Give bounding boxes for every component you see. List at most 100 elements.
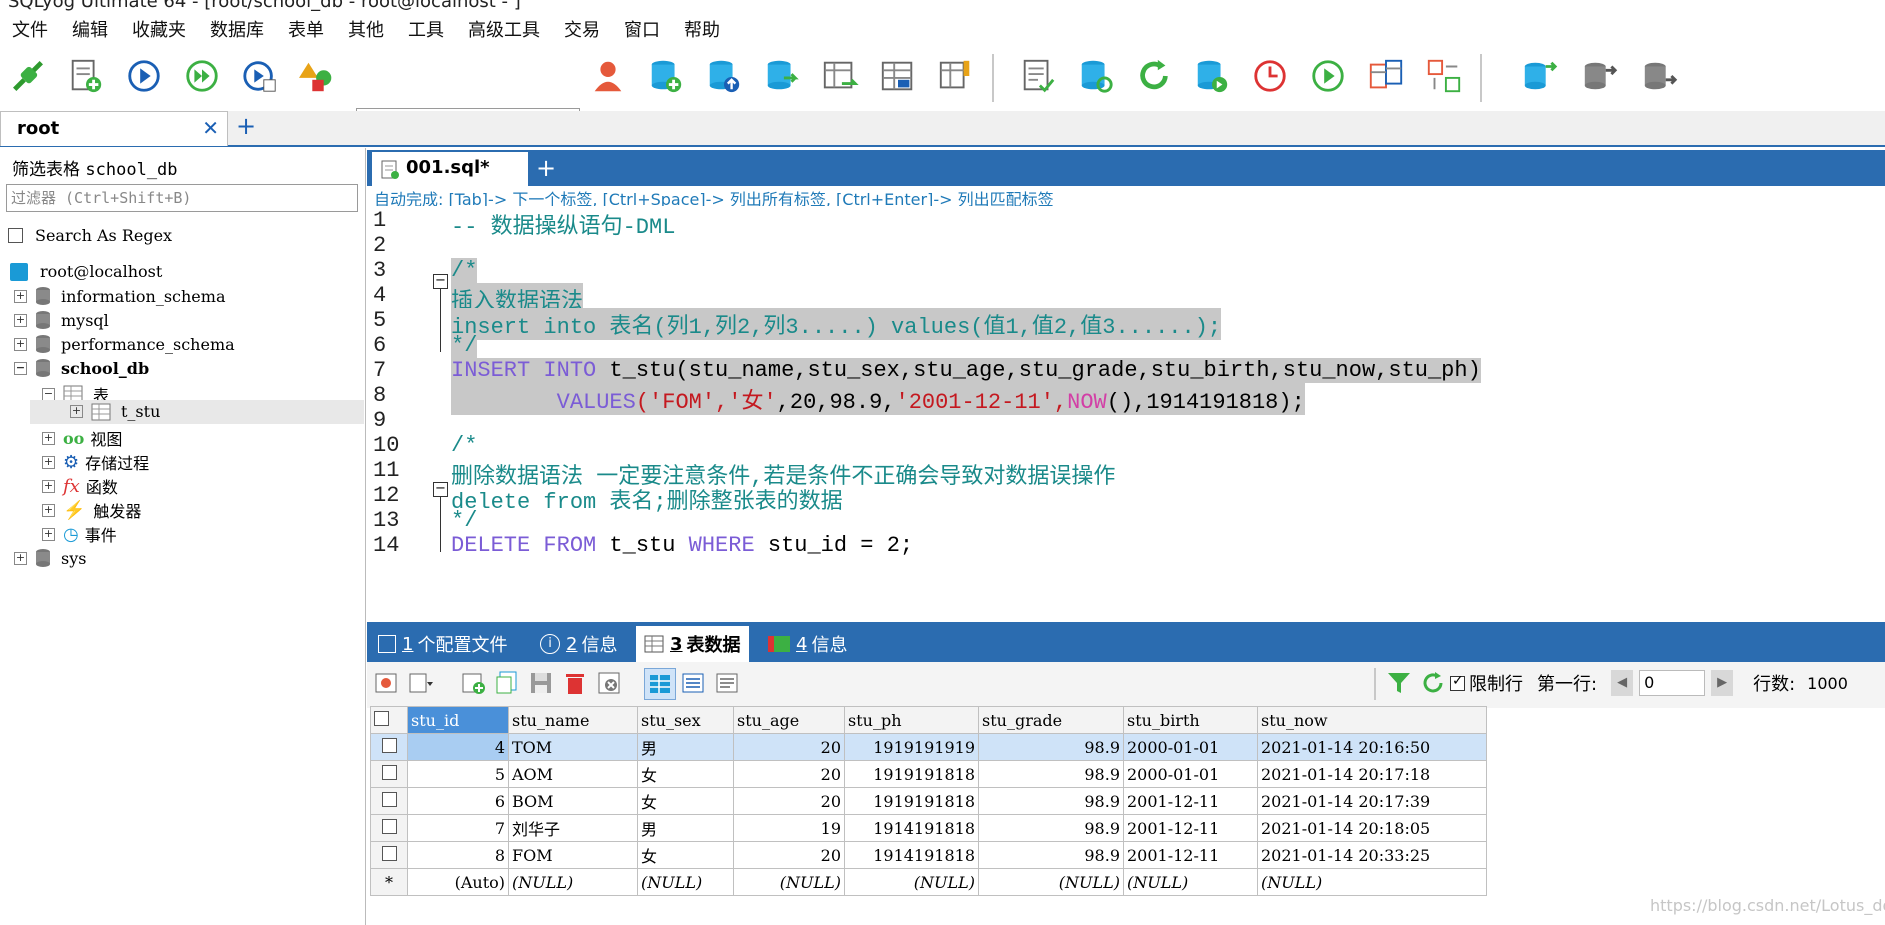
db-copy-icon[interactable] — [1518, 54, 1562, 98]
menu-powertools[interactable]: 高级工具 — [456, 16, 552, 42]
cell-stu-name[interactable]: TOM — [508, 733, 638, 761]
expand-icon[interactable]: + — [14, 289, 27, 303]
refresh-grid-icon[interactable] — [371, 668, 401, 698]
expand-icon[interactable]: + — [14, 313, 27, 327]
cell-stu-now[interactable]: 2021-01-14 20:18:05 — [1257, 814, 1487, 842]
db-migrate-icon[interactable] — [1578, 54, 1622, 98]
cell-stu-name[interactable]: 刘华子 — [508, 814, 638, 842]
schema-sync-icon[interactable] — [1190, 54, 1234, 98]
tree-db-information-schema[interactable]: + information_schema — [14, 286, 225, 306]
cell-stu-id[interactable]: 7 — [407, 814, 509, 842]
new-row[interactable]: * (Auto) (NULL) (NULL) (NULL) (NULL) (NU… — [370, 868, 1487, 896]
scheduler-clock-icon[interactable] — [1248, 54, 1292, 98]
sync-db-icon[interactable] — [1074, 54, 1118, 98]
tab-messages[interactable]: i 2 信息 — [540, 626, 617, 662]
refresh-data-icon[interactable] — [1418, 668, 1448, 698]
menu-table[interactable]: 表单 — [276, 16, 336, 42]
cell-stu-grade[interactable]: 98.9 — [978, 787, 1124, 815]
collapse-icon[interactable]: − — [14, 361, 27, 375]
tree-folder-views[interactable]: + oo 视图 — [42, 426, 122, 450]
insert-row-icon[interactable] — [458, 668, 488, 698]
column-header-stu-age[interactable]: stu_age — [733, 706, 845, 734]
cell-null[interactable]: (NULL) — [844, 868, 979, 896]
cell-stu-now[interactable]: 2021-01-14 20:16:50 — [1257, 733, 1487, 761]
tree-folder-procedures[interactable]: + ⚙ 存储过程 — [42, 450, 149, 474]
cell-stu-age[interactable]: 20 — [733, 787, 845, 815]
column-header-stu-grade[interactable]: stu_grade — [978, 706, 1124, 734]
cell-stu-birth[interactable]: 2000-01-01 — [1123, 760, 1258, 788]
table-row[interactable]: 6 BOM 女 20 1919191818 98.9 2001-12-11 20… — [370, 787, 1487, 815]
search-regex-checkbox[interactable] — [8, 228, 23, 243]
expand-icon[interactable]: + — [42, 527, 55, 541]
row-checkbox[interactable] — [381, 737, 397, 753]
rows-count-input[interactable]: 1000 — [1807, 674, 1848, 693]
editor-tab-001[interactable]: 001.sql* — [372, 152, 528, 186]
menu-file[interactable]: 文件 — [0, 16, 60, 42]
cell-stu-ph[interactable]: 1919191818 — [844, 760, 979, 788]
restore-db-icon[interactable] — [760, 54, 804, 98]
collapse-icon[interactable]: − — [42, 387, 55, 401]
schema-designer-icon[interactable] — [934, 54, 978, 98]
db-export-icon[interactable] — [1638, 54, 1682, 98]
cell-stu-birth[interactable]: 2000-01-01 — [1123, 733, 1258, 761]
fold-collapse-icon[interactable]: − — [433, 274, 448, 289]
execute-all-icon[interactable] — [180, 54, 224, 98]
tree-db-sys[interactable]: + sys — [14, 548, 86, 568]
table-row[interactable]: 5 AOM 女 20 1919191818 98.9 2000-01-01 20… — [370, 760, 1487, 788]
cell-stu-grade[interactable]: 98.9 — [978, 814, 1124, 842]
column-header-stu-id[interactable]: stu_id — [407, 706, 509, 734]
column-header-stu-birth[interactable]: stu_birth — [1123, 706, 1258, 734]
row-checkbox[interactable] — [381, 845, 397, 861]
table-import-icon[interactable] — [818, 54, 862, 98]
cell-stu-id[interactable]: (Auto) — [407, 868, 509, 896]
cell-stu-name[interactable]: FOM — [508, 841, 638, 869]
tree-db-performance-schema[interactable]: + performance_schema — [14, 334, 235, 354]
sql-editor[interactable]: 1 2 3 4 5 6 7 8 9 10 11 12 13 14 − − -- … — [367, 206, 1885, 618]
scheduled-job-icon[interactable] — [1306, 54, 1350, 98]
expand-icon[interactable]: + — [42, 455, 55, 469]
menu-edit[interactable]: 编辑 — [60, 16, 120, 42]
search-regex-option[interactable]: Search As Regex — [8, 226, 172, 245]
cell-null[interactable]: (NULL) — [637, 868, 734, 896]
first-row-input[interactable]: 0 — [1639, 670, 1706, 696]
save-icon[interactable] — [526, 668, 556, 698]
row-checkbox[interactable] — [381, 818, 397, 834]
duplicate-row-icon[interactable] — [492, 668, 522, 698]
delete-row-icon[interactable] — [560, 668, 590, 698]
row-checkbox-cell[interactable] — [370, 841, 408, 869]
schema-compare-icon[interactable] — [1422, 54, 1466, 98]
connect-icon[interactable] — [6, 54, 50, 98]
cell-stu-id[interactable]: 6 — [407, 787, 509, 815]
column-header-stu-name[interactable]: stu_name — [508, 706, 638, 734]
tree-folder-events[interactable]: + ◷ 事件 — [42, 522, 117, 546]
previous-page-icon[interactable]: ◀ — [1611, 670, 1634, 696]
cell-null[interactable]: (NULL) — [978, 868, 1124, 896]
select-all-checkbox-cell[interactable] — [370, 706, 408, 734]
cell-stu-sex[interactable]: 女 — [637, 760, 734, 788]
cell-stu-ph[interactable]: 1914191818 — [844, 814, 979, 842]
expand-icon[interactable]: + — [42, 431, 55, 445]
cell-stu-now[interactable]: 2021-01-14 20:33:25 — [1257, 841, 1487, 869]
table-data-icon[interactable] — [876, 54, 920, 98]
cell-null[interactable]: (NULL) — [1123, 868, 1258, 896]
cell-stu-grade[interactable]: 98.9 — [978, 841, 1124, 869]
query-builder-icon[interactable] — [1016, 54, 1060, 98]
cell-stu-ph[interactable]: 1914191818 — [844, 841, 979, 869]
fold-collapse-icon[interactable]: − — [433, 482, 448, 497]
filter-input[interactable]: 过滤器 (Ctrl+Shift+B) — [6, 184, 358, 212]
tab-table-data[interactable]: 3 表数据 — [636, 626, 749, 662]
cell-stu-grade[interactable]: 98.9 — [978, 760, 1124, 788]
tree-db-mysql[interactable]: + mysql — [14, 310, 109, 330]
tree-table-t-stu[interactable]: + t_stu — [70, 402, 160, 421]
close-icon[interactable]: ✕ — [202, 116, 219, 140]
cell-stu-age[interactable]: 20 — [733, 733, 845, 761]
cell-stu-name[interactable]: BOM — [508, 787, 638, 815]
limit-rows-checkbox[interactable]: ✓ — [1450, 673, 1465, 691]
table-row[interactable]: 7 刘华子 男 19 1914191818 98.9 2001-12-11 20… — [370, 814, 1487, 842]
cell-stu-sex[interactable]: 男 — [637, 733, 734, 761]
user-manager-icon[interactable] — [586, 54, 630, 98]
data-compare-icon[interactable] — [1364, 54, 1408, 98]
new-query-tab-icon[interactable]: + — [536, 154, 556, 182]
cell-stu-age[interactable]: 20 — [733, 760, 845, 788]
row-checkbox-cell[interactable] — [370, 733, 408, 761]
